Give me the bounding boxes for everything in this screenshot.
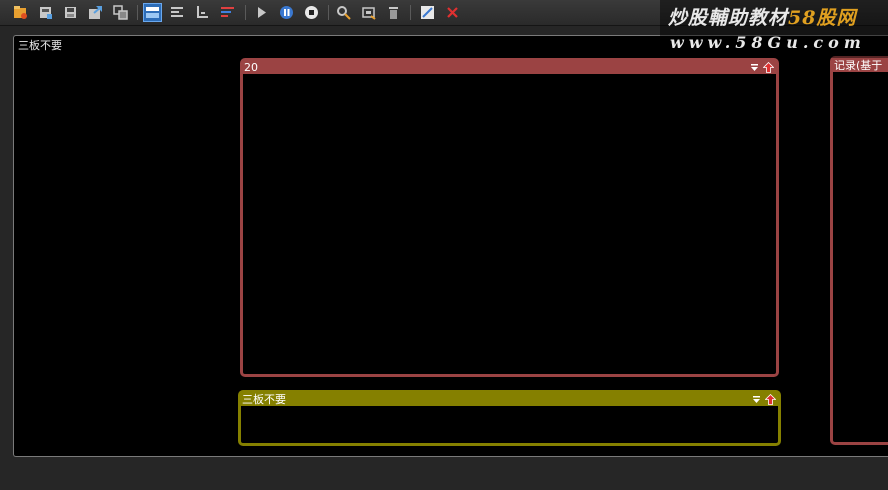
pause-icon[interactable] <box>277 3 296 22</box>
window-record-title: 记录(基于 <box>834 59 883 72</box>
trash-icon[interactable] <box>384 3 403 22</box>
window-record-header[interactable]: 记录(基于 <box>833 59 888 72</box>
save-as-icon[interactable] <box>36 3 55 22</box>
export-icon[interactable] <box>86 3 105 22</box>
window-20[interactable]: 20 <box>240 58 779 377</box>
window-20-title: 20 <box>244 61 258 74</box>
align-left-icon[interactable] <box>168 3 187 22</box>
edit-icon[interactable] <box>418 3 437 22</box>
toolbar-separator <box>245 5 246 20</box>
play-icon[interactable] <box>252 3 271 22</box>
color-bars-icon[interactable] <box>218 3 237 22</box>
pin-up-icon[interactable] <box>763 62 774 73</box>
open-icon[interactable] <box>11 3 30 22</box>
window-20-header[interactable]: 20 <box>243 61 776 74</box>
window-sanban-header[interactable]: 三板不要 <box>241 393 778 406</box>
watermark-accent: 58股网 <box>788 7 857 29</box>
main-panel-title: 三板不要 <box>18 39 62 52</box>
window-sanban[interactable]: 三板不要 <box>238 390 781 446</box>
align-bottom-icon[interactable] <box>193 3 212 22</box>
watermark: 炒股輔助教材58股网 www.58Gu.com <box>660 0 888 58</box>
toolbar-separator <box>328 5 329 20</box>
copy-icon[interactable] <box>111 3 130 22</box>
pin-up-icon[interactable] <box>765 394 776 405</box>
watermark-url: www.58Gu.com <box>670 33 866 52</box>
window-sanban-title: 三板不要 <box>242 393 286 406</box>
toolbar-separator <box>137 5 138 20</box>
watermark-line1: 炒股輔助教材58股网 <box>668 3 856 30</box>
search-user-icon[interactable] <box>334 3 353 22</box>
dropdown-icon[interactable] <box>751 394 762 405</box>
save-icon[interactable] <box>61 3 80 22</box>
window-record[interactable]: 记录(基于 <box>830 56 888 445</box>
layout-single-icon[interactable] <box>143 3 162 22</box>
stop-icon[interactable] <box>302 3 321 22</box>
watermark-text: 炒股輔助教材 <box>668 7 789 29</box>
dropdown-icon[interactable] <box>749 62 760 73</box>
close-icon[interactable] <box>443 3 462 22</box>
fit-icon[interactable] <box>359 3 378 22</box>
toolbar-separator <box>410 5 411 20</box>
